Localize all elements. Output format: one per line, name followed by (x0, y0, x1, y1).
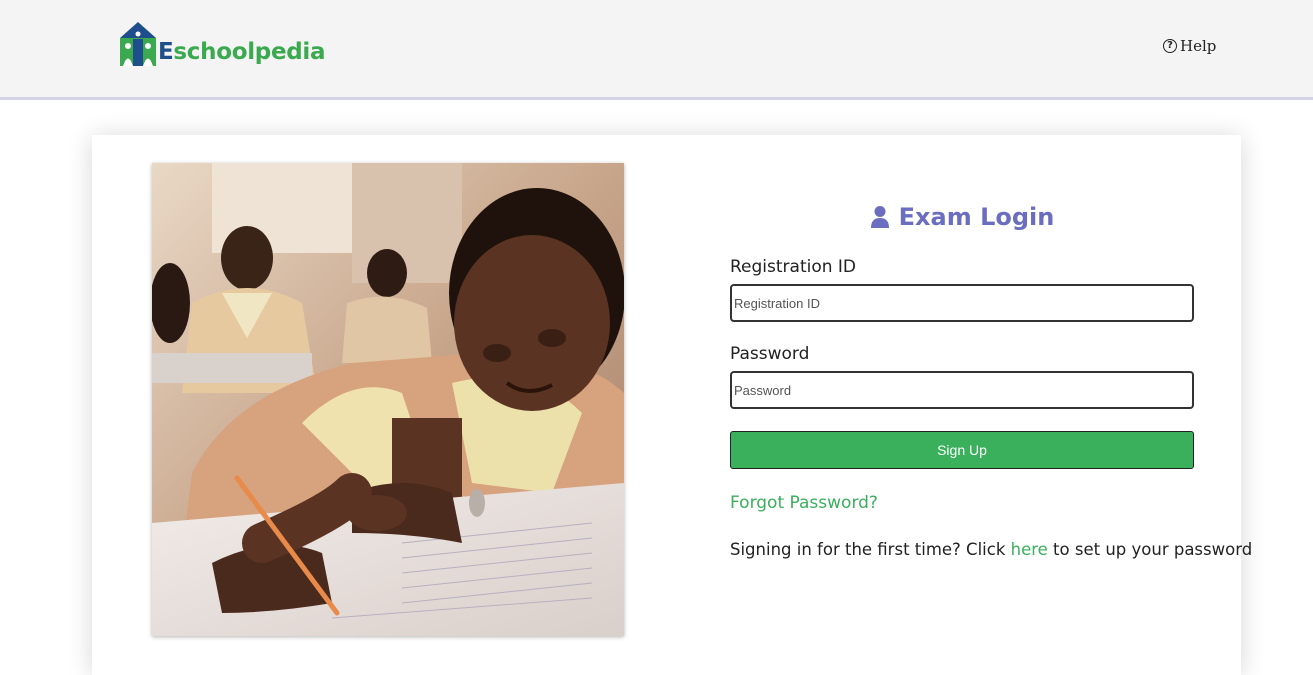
user-icon (870, 205, 890, 229)
eschoolpedia-logo[interactable]: Eschoolpedia (119, 20, 326, 68)
school-house-icon (119, 22, 157, 68)
sign-up-button[interactable]: Sign Up (730, 431, 1194, 469)
forgot-password-link[interactable]: Forgot Password? (730, 493, 878, 513)
exam-login-heading: Exam Login (730, 203, 1194, 231)
first-time-signin-text: Signing in for the first time? Click her… (730, 540, 1252, 559)
question-circle-icon: ? (1163, 39, 1177, 53)
first-time-suffix: to set up your password (1047, 540, 1253, 559)
setup-password-here-link[interactable]: here (1011, 540, 1048, 559)
logo-wordmark-rest: schoolpedia (173, 39, 326, 65)
top-navbar: Eschoolpedia ? Help (0, 0, 1313, 100)
password-label: Password (730, 344, 810, 364)
logo-wordmark-e: E (158, 39, 174, 65)
registration-id-label: Registration ID (730, 257, 857, 277)
help-link[interactable]: ? Help (1163, 37, 1216, 55)
help-label: Help (1180, 37, 1217, 55)
exam-login-title: Exam Login (898, 203, 1055, 231)
student-writing-photo (152, 163, 624, 636)
first-time-prefix: Signing in for the first time? Click (730, 540, 1011, 559)
registration-id-input[interactable] (730, 284, 1194, 322)
logo-wordmark: Eschoolpedia (158, 39, 326, 65)
password-input[interactable] (730, 371, 1194, 409)
